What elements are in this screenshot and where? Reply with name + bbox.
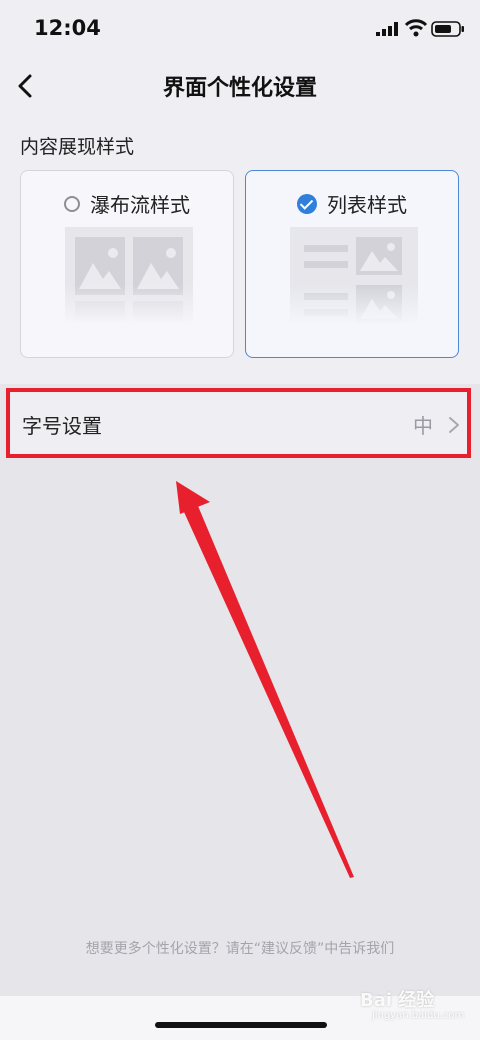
home-indicator[interactable] <box>155 1022 327 1028</box>
option-label: 列表样式 <box>327 193 407 217</box>
checkmark-selected-icon[interactable] <box>297 193 317 214</box>
font-size-setting-row[interactable]: 字号设置 中 <box>6 388 471 458</box>
list-style-option[interactable]: 列表样式 <box>245 170 459 358</box>
waterfall-preview-icon <box>65 227 193 325</box>
feedback-note: 想要更多个性化设置？请在“建议反馈”中告诉我们 <box>85 941 395 957</box>
radio-unselected-icon[interactable] <box>64 195 80 212</box>
font-size-value: 中 <box>413 414 433 438</box>
font-size-label: 字号设置 <box>22 414 102 438</box>
page-title: 界面个性化设置 <box>162 76 317 101</box>
cellular-signal-icon <box>376 22 398 36</box>
list-preview-icon <box>290 227 418 325</box>
content-style-section: 内容展现样式 瀑布流样式 列表样式 <box>0 112 480 384</box>
watermark-url: jingyan.baidu.com <box>372 1010 465 1021</box>
navigation-bar: 界面个性化设置 <box>0 60 480 112</box>
section-title: 内容展现样式 <box>20 136 135 158</box>
option-label: 瀑布流样式 <box>90 193 190 217</box>
wifi-icon <box>404 19 428 37</box>
status-bar: 12:04 <box>0 0 480 60</box>
chevron-right-icon <box>449 417 459 433</box>
battery-icon <box>431 21 464 37</box>
waterfall-style-option[interactable]: 瀑布流样式 <box>20 170 234 358</box>
status-time: 12:04 <box>34 16 101 40</box>
baidu-jingyan-watermark: Bai 经验 <box>360 990 435 1011</box>
